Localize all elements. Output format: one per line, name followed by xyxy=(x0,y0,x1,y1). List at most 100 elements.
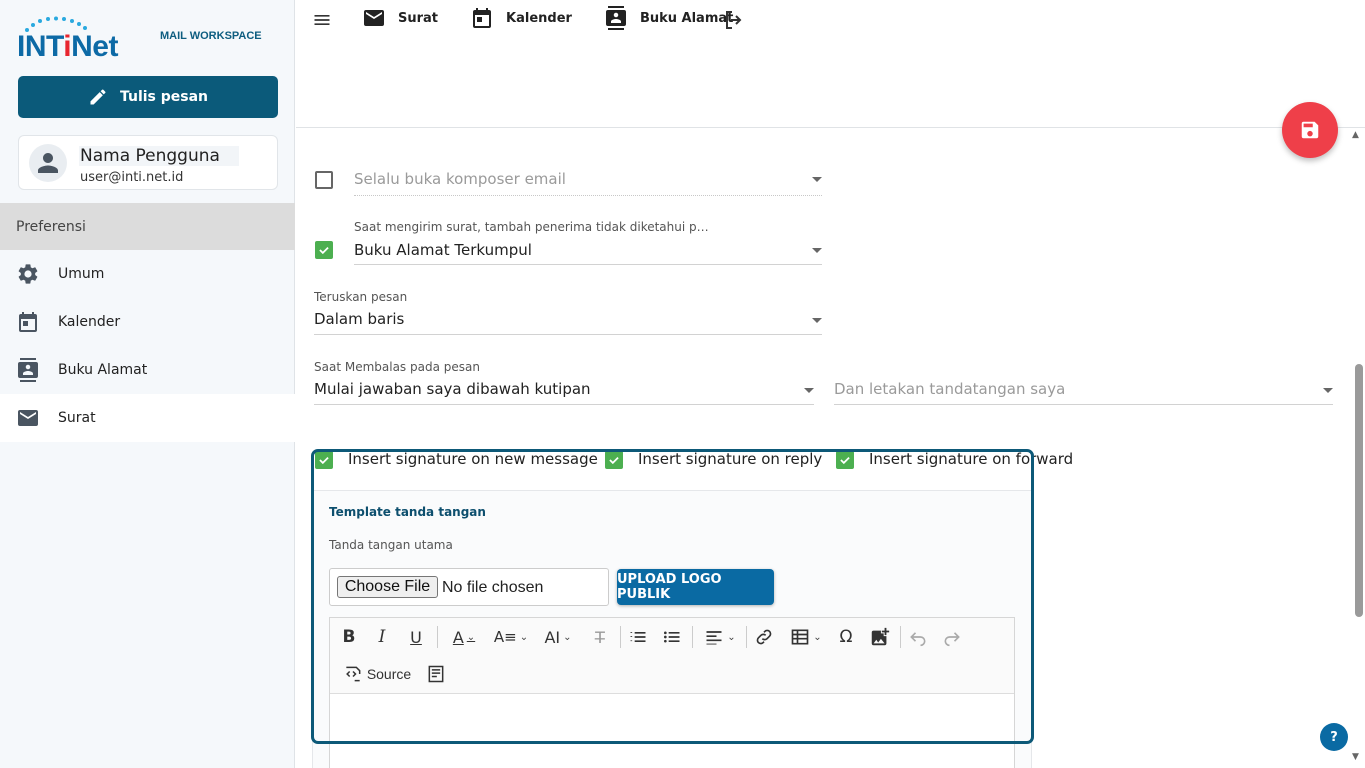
signature-editor: B I U A ⌄ A≡ ⌄ AI ⌄ T̶ ⌄ ⌄ Ω Source xyxy=(329,617,1015,768)
add-unknown-recipients-select[interactable]: Saat mengirim surat, tambah penerima tid… xyxy=(354,218,822,265)
source-icon xyxy=(345,666,361,682)
sidebar-item-surat[interactable]: Surat xyxy=(0,394,295,442)
sidebar-item-label: Buku Alamat xyxy=(58,362,148,378)
chevron-down-icon xyxy=(812,248,822,253)
tab-surat[interactable]: Surat xyxy=(362,6,438,30)
source-label: Source xyxy=(366,666,412,682)
add-unknown-recipients-checkbox[interactable] xyxy=(315,241,333,259)
forward-mode-select[interactable]: Teruskan pesan Dalam baris xyxy=(314,288,822,335)
upload-logo-button[interactable]: UPLOAD LOGO PUBLIK xyxy=(617,569,774,605)
user-card[interactable]: Nama Pengguna user@inti.net.id xyxy=(18,135,278,190)
always-open-composer-select[interactable]: Selalu buka komposer email xyxy=(354,164,822,196)
brand-subtitle: MAIL WORKSPACE xyxy=(160,30,262,42)
logo-file-input: Choose File No file chosen xyxy=(329,568,609,606)
numbered-list-icon[interactable] xyxy=(626,623,650,651)
signature-reply-checkbox[interactable] xyxy=(605,451,623,469)
tab-label: Kalender xyxy=(506,10,572,26)
check-icon xyxy=(609,457,619,465)
tab-label: Surat xyxy=(398,10,439,26)
logo-text-i: i xyxy=(63,30,72,63)
help-button[interactable]: ? xyxy=(1320,723,1348,751)
compose-button[interactable]: Tulis pesan xyxy=(18,76,278,118)
signature-forward-label: Insert signature on forward xyxy=(869,450,1074,468)
scrollbar-thumb[interactable] xyxy=(1355,364,1363,617)
user-email: user@inti.net.id xyxy=(80,170,184,185)
user-icon xyxy=(38,153,58,173)
signature-forward-checkbox[interactable] xyxy=(836,451,854,469)
font-size-icon[interactable]: A≡ ⌄ xyxy=(492,623,530,651)
save-button[interactable] xyxy=(1282,102,1338,158)
undo-icon[interactable] xyxy=(906,623,930,651)
no-file-text: No file chosen xyxy=(442,579,544,596)
align-icon[interactable]: ⌄ xyxy=(700,623,740,651)
user-name: Nama Pengguna xyxy=(79,146,239,166)
inti-net-logo[interactable]: INTiNet xyxy=(17,16,145,63)
pencil-icon xyxy=(90,89,106,105)
scroll-up-arrow-icon[interactable]: ▲ xyxy=(1352,130,1359,140)
signature-position-select[interactable]: Dan letakan tandatangan saya xyxy=(834,358,1333,405)
signature-reply-label: Insert signature on reply xyxy=(638,450,823,468)
mail-icon xyxy=(364,10,384,26)
sidebar-item-buku-alamat[interactable]: Buku Alamat xyxy=(0,346,295,394)
contacts-icon xyxy=(18,358,38,382)
sidebar-item-kalender[interactable]: Kalender xyxy=(0,298,295,346)
bold-icon[interactable]: B xyxy=(338,623,360,651)
select-label: Saat Membalas pada pesan xyxy=(314,360,480,374)
signature-section-title: Template tanda tangan xyxy=(329,505,486,519)
signature-new-message-label: Insert signature on new message xyxy=(348,450,598,468)
font-family-icon[interactable]: AI ⌄ xyxy=(538,623,578,651)
chevron-down-icon xyxy=(804,388,814,393)
sidebar: INTiNet MAIL WORKSPACE Tulis pesan Nama … xyxy=(0,0,295,768)
chevron-down-icon xyxy=(812,318,822,323)
tab-label: Buku Alamat xyxy=(639,10,734,26)
tab-buku-alamat[interactable]: Buku Alamat xyxy=(604,6,733,30)
save-icon xyxy=(1301,121,1319,139)
check-icon xyxy=(840,457,850,465)
signature-new-message-checkbox[interactable] xyxy=(315,451,333,469)
sidebar-item-label: Kalender xyxy=(58,314,121,330)
table-icon[interactable]: ⌄ xyxy=(786,623,826,651)
redo-icon[interactable] xyxy=(940,623,964,651)
contacts-icon xyxy=(605,6,626,30)
always-open-composer-checkbox[interactable] xyxy=(315,171,333,189)
top-nav: Surat Kalender Buku Alamat xyxy=(362,6,733,30)
template-icon[interactable] xyxy=(424,660,448,688)
logo-text-int: INT xyxy=(17,30,64,63)
font-color-icon[interactable]: A ⌄ xyxy=(445,623,483,651)
scroll-down-arrow-icon[interactable]: ▼ xyxy=(1352,752,1359,762)
check-icon xyxy=(319,247,329,255)
special-char-icon[interactable]: Ω xyxy=(834,623,858,651)
insert-image-icon[interactable] xyxy=(868,623,892,651)
select-label: Teruskan pesan xyxy=(314,290,408,304)
check-icon xyxy=(319,457,329,465)
source-button[interactable]: Source xyxy=(342,660,412,688)
bullet-list-icon[interactable] xyxy=(660,623,684,651)
select-value: Dan letakan tandatangan saya xyxy=(834,380,1066,398)
signature-subtitle: Tanda tangan utama xyxy=(329,538,453,552)
preferences-header: Preferensi xyxy=(0,203,295,250)
reply-mode-select[interactable]: Saat Membalas pada pesan Mulai jawaban s… xyxy=(314,358,814,405)
logout-icon[interactable] xyxy=(722,8,746,32)
link-icon[interactable] xyxy=(752,623,776,651)
italic-icon[interactable]: I xyxy=(371,623,393,651)
chevron-down-icon xyxy=(812,177,822,182)
sidebar-item-umum[interactable]: Umum xyxy=(0,250,295,298)
select-value: Mulai jawaban saya dibawah kutipan xyxy=(314,380,591,398)
topbar: Surat Kalender Buku Alamat xyxy=(296,0,1365,128)
calendar-icon xyxy=(19,312,37,332)
select-value: Selalu buka komposer email xyxy=(354,170,566,188)
calendar-icon xyxy=(473,8,492,28)
sidebar-item-label: Umum xyxy=(58,266,105,282)
choose-file-button[interactable]: Choose File xyxy=(337,576,438,598)
sidebar-item-label: Surat xyxy=(58,410,96,426)
select-label: Saat mengirim surat, tambah penerima tid… xyxy=(354,220,714,234)
editor-toolbar: B I U A ⌄ A≡ ⌄ AI ⌄ T̶ ⌄ ⌄ Ω Source xyxy=(330,618,1014,694)
avatar xyxy=(29,144,67,182)
select-value: Dalam baris xyxy=(314,310,405,328)
menu-icon[interactable] xyxy=(312,10,332,30)
underline-icon[interactable]: U xyxy=(405,623,427,651)
mail-icon xyxy=(18,410,38,426)
remove-format-icon[interactable]: T̶ xyxy=(588,623,612,651)
chevron-down-icon xyxy=(1323,388,1333,393)
tab-kalender[interactable]: Kalender xyxy=(470,6,572,30)
